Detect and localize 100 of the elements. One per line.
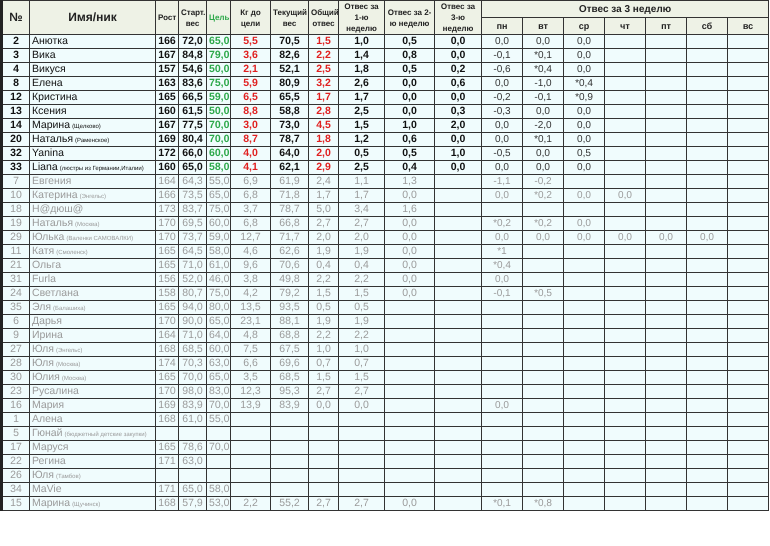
table-cell: 0,6 [384, 132, 434, 146]
table-cell: 7 [2, 174, 30, 188]
table-cell: *0,9 [564, 90, 604, 104]
table-cell: 1,3 [384, 174, 434, 188]
table-cell: 77,5 [178, 118, 206, 132]
table-cell: *0,2 [482, 216, 522, 230]
table-cell: 2,7 [338, 496, 384, 510]
column-header: ср [564, 18, 604, 34]
table-cell: 79,2 [270, 286, 308, 300]
table-cell: 2,7 [338, 216, 384, 230]
table-cell: 0,0 [384, 76, 434, 90]
table-cell: 2,5 [338, 104, 384, 118]
table-cell: 65,0 [206, 314, 230, 328]
table-cell: 13 [2, 104, 30, 118]
table-cell: 0,0 [434, 160, 482, 174]
table-cell: 0,0 [384, 216, 434, 230]
table-cell: 8 [2, 76, 30, 90]
table-cell: 0,0 [686, 230, 728, 244]
table-cell: 3,0 [230, 118, 270, 132]
table-cell: 3,8 [230, 272, 270, 286]
table-cell: 71,8 [270, 188, 308, 202]
column-header: Кг до цели [230, 0, 270, 34]
table-cell: 68,5 [178, 342, 206, 356]
table-cell: 0,0 [482, 398, 522, 412]
table-cell: 46,0 [206, 272, 230, 286]
table-cell: 0,0 [564, 34, 604, 48]
table-cell: 64,0 [206, 328, 230, 342]
table-cell: 165 [156, 244, 178, 258]
table-cell: 0,0 [564, 48, 604, 62]
table-cell: Регина [30, 454, 156, 468]
table-cell: 6 [2, 314, 30, 328]
column-header: № [2, 0, 30, 34]
table-cell: 59,0 [206, 230, 230, 244]
table-cell: Дарья [30, 314, 156, 328]
table-cell: 65,0 [178, 160, 206, 174]
table-cell: 171 [156, 454, 178, 468]
table-cell: 1,5 [308, 286, 338, 300]
table-cell: 0,5 [338, 300, 384, 314]
table-cell: 68,5 [270, 370, 308, 384]
table-cell: 63,0 [206, 356, 230, 370]
table-cell: 0,0 [384, 244, 434, 258]
table-cell: 4 [2, 62, 30, 76]
table-cell: 19 [2, 216, 30, 230]
table-cell: 65,0 [206, 370, 230, 384]
table-cell: 1,0 [434, 146, 482, 160]
table-cell: 0,3 [434, 104, 482, 118]
table-cell: 160 [156, 104, 178, 118]
table-cell: 0,0 [604, 188, 646, 202]
table-cell: 167 [156, 48, 178, 62]
table-cell: 34 [2, 482, 30, 496]
table-cell: 6,9 [230, 174, 270, 188]
table-cell: Русалина [30, 384, 156, 398]
table-cell: 0,4 [384, 160, 434, 174]
table-cell: 83,9 [178, 398, 206, 412]
table-cell: 8,8 [230, 104, 270, 118]
table-cell: 70,5 [270, 34, 308, 48]
table-cell: 0,0 [482, 132, 522, 146]
table-cell: 5,5 [230, 34, 270, 48]
table-cell: 0,0 [604, 230, 646, 244]
table-cell: 0,0 [564, 118, 604, 132]
table-cell: 2,7 [308, 496, 338, 510]
table-cell: 63,0 [178, 454, 206, 468]
table-cell: 2,1 [230, 62, 270, 76]
table-cell: 0,0 [564, 188, 604, 202]
table-cell: 165 [156, 440, 178, 454]
table-cell: 12 [2, 90, 30, 104]
table-cell: 0,0 [338, 398, 384, 412]
table-cell: 1,4 [338, 48, 384, 62]
table-cell: -0,6 [482, 62, 522, 76]
table-cell: 1,7 [308, 90, 338, 104]
table-cell: 2,0 [338, 230, 384, 244]
table-cell: 32 [2, 146, 30, 160]
table-cell: 16 [2, 398, 30, 412]
table-cell: 1,8 [338, 62, 384, 76]
table-cell: 1,7 [338, 90, 384, 104]
table-cell: 0,5 [308, 300, 338, 314]
column-header: сб [686, 18, 728, 34]
table-cell: 165 [156, 300, 178, 314]
table-cell: 58,0 [206, 244, 230, 258]
table-cell: 3,6 [230, 48, 270, 62]
table-cell: 169 [156, 132, 178, 146]
table-cell: 0,8 [384, 48, 434, 62]
table-cell: 1,1 [338, 174, 384, 188]
table-cell: 83,6 [178, 76, 206, 90]
table-cell: 71,0 [178, 328, 206, 342]
table-cell: 1,5 [338, 286, 384, 300]
table-cell: 75,0 [206, 76, 230, 90]
table-cell: 60,0 [206, 342, 230, 356]
table-cell: 1,9 [338, 244, 384, 258]
table-cell: 62,6 [270, 244, 308, 258]
table-cell: 2,7 [308, 384, 338, 398]
table-cell: 3,5 [230, 370, 270, 384]
column-header: пн [482, 18, 522, 34]
table-cell: 167 [156, 118, 178, 132]
table-cell: 94,0 [178, 300, 206, 314]
table-cell: 0,5 [338, 146, 384, 160]
table-cell: Евгения [30, 174, 156, 188]
table-cell: 2,6 [338, 76, 384, 90]
table-cell: 80,0 [206, 300, 230, 314]
table-cell: 54,6 [178, 62, 206, 76]
